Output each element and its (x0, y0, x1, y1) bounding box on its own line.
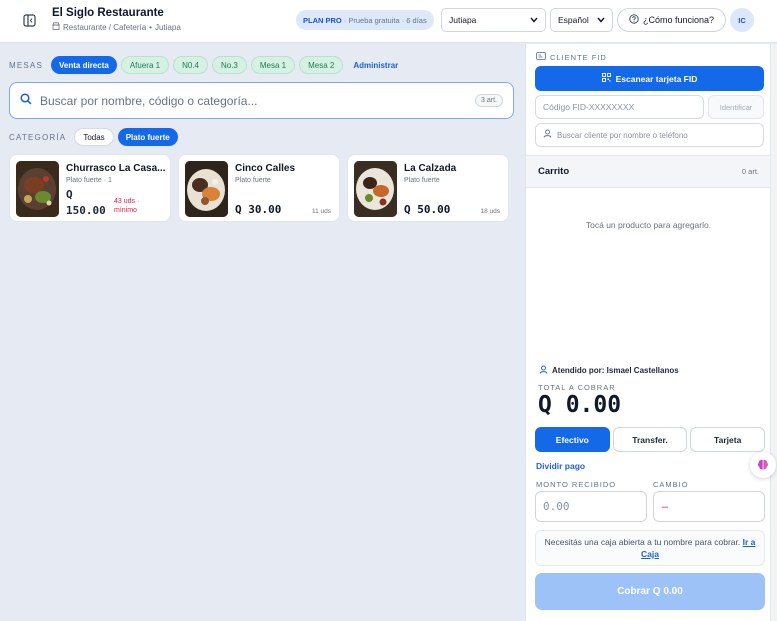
identify-button[interactable]: Identificar (708, 95, 764, 119)
product-image (354, 161, 397, 217)
manage-tables-link[interactable]: Administrar (353, 61, 398, 70)
cart-empty-message: Tocá un producto para agregarlo. (585, 220, 712, 230)
category-chip-todas[interactable]: Todas (74, 128, 114, 146)
id-card-icon (536, 52, 546, 62)
product-stock: 43 uds · (114, 198, 140, 205)
help-button[interactable]: ¿Cómo funciona? (617, 8, 726, 32)
qr-code-icon (601, 73, 611, 84)
product-name: La Calzada (404, 163, 457, 174)
product-price: Q 30.00 (235, 203, 282, 216)
store-icon (52, 22, 60, 32)
product-search: 3 art. (9, 82, 514, 119)
amount-received-label: MONTO RECIBIDO (536, 480, 617, 489)
amount-received-input[interactable] (535, 491, 647, 522)
scan-fid-label: Escanear tarjeta FID (615, 73, 698, 84)
fid-section-label: CLIENTE FID (536, 52, 607, 62)
branch-select[interactable]: Jutiapa (441, 8, 546, 32)
attended-by-text: Atendido por: Ismael Castellanos (552, 366, 679, 375)
top-header: El Siglo Restaurante Restaurante / Cafet… (0, 0, 777, 43)
product-name: Cinco Calles (235, 163, 296, 174)
category-label: CATEGORÍA (9, 132, 67, 142)
attended-by: Atendido por: Ismael Castellanos (539, 365, 679, 376)
assistant-brain-icon[interactable] (750, 452, 776, 478)
tab-tarjeta[interactable]: Tarjeta (690, 427, 766, 452)
business-name: El Siglo Restaurante (52, 7, 164, 19)
help-label: ¿Cómo funciona? (642, 15, 715, 25)
fid-label-text: CLIENTE FID (550, 52, 607, 62)
charge-button[interactable]: Cobrar Q 0.00 (535, 573, 765, 610)
category-row: CATEGORÍA Todas Plato fuerte (9, 127, 178, 147)
scan-fid-button[interactable]: Escanear tarjeta FID (535, 66, 764, 91)
avatar[interactable]: IC (730, 8, 754, 32)
scrollbar[interactable] (770, 44, 777, 621)
branch-select-value: Jutiapa (449, 15, 477, 25)
plan-badge[interactable]: PLAN PRO · Prueba gratuita · 6 días (296, 10, 434, 30)
subtitle-separator: • (149, 22, 152, 32)
product-stock: 18 uds (480, 208, 500, 215)
split-payment-link[interactable]: Dividir pago (536, 461, 585, 471)
product-currency: Q (66, 188, 73, 201)
product-card[interactable]: Churrasco La Casa... Plato fuerte · 1 Q … (9, 154, 171, 222)
product-stock-note: mínimo (114, 207, 137, 214)
chevron-down-icon (530, 15, 538, 25)
table-chip-mesa-2[interactable]: Mesa 2 (299, 56, 344, 74)
checkout-panel: CLIENTE FID Escanear tarjeta FID Identif… (525, 44, 771, 621)
question-circle-icon (629, 14, 639, 26)
tab-transferencia[interactable]: Transfer. (612, 427, 688, 452)
language-select[interactable]: Español (550, 8, 613, 32)
results-count-badge: 3 art. (475, 94, 503, 107)
business-subtitle: Restaurante / Cafetería • Jutiapa (52, 22, 181, 32)
tables-label: MESAS (9, 60, 44, 70)
table-chip-venta-directa[interactable]: Venta directa (51, 56, 117, 74)
product-category: Plato fuerte · 1 (66, 177, 112, 184)
user-icon (539, 365, 548, 376)
product-card[interactable]: Cinco Calles Plato fuerte Q 30.00 11 uds (178, 154, 340, 222)
notice-text: Necesitás una caja abierta a tu nombre p… (544, 537, 741, 547)
change-value: – (653, 491, 765, 522)
table-chip-mesa-1[interactable]: Mesa 1 (250, 56, 296, 74)
total-label: TOTAL A COBRAR (538, 383, 616, 392)
product-image (16, 161, 59, 217)
cart-count: 0 art. (741, 167, 759, 176)
table-chip-no-3[interactable]: No.3 (211, 56, 247, 74)
tab-efectivo[interactable]: Efectivo (535, 427, 610, 452)
product-price: Q 50.00 (404, 203, 451, 216)
sidebar-toggle-icon[interactable] (21, 12, 37, 28)
product-name: Churrasco La Casa... (66, 163, 166, 174)
cash-register-notice: Necesitás una caja abierta a tu nombre p… (535, 530, 765, 566)
payment-methods: Efectivo Transfer. Tarjeta (535, 427, 766, 452)
business-type: Restaurante / Cafetería (63, 22, 147, 32)
search-input[interactable] (40, 93, 468, 108)
table-chip-afuera-1[interactable]: Afuera 1 (120, 56, 170, 74)
product-grid: Churrasco La Casa... Plato fuerte · 1 Q … (9, 154, 509, 222)
product-stock: 11 uds (311, 208, 331, 215)
product-image (185, 161, 228, 217)
customer-search-input[interactable] (557, 130, 756, 140)
table-chip-n0-4[interactable]: N0.4 (173, 56, 208, 74)
language-select-value: Español (558, 15, 589, 25)
plan-name: PLAN PRO (303, 15, 342, 25)
product-price: 150.00 (66, 204, 106, 217)
total-amount: Q 0.00 (538, 392, 622, 418)
tables-row: MESAS Venta directa Afuera 1 N0.4 No.3 M… (9, 55, 398, 75)
plan-detail: · Prueba gratuita · 6 días (343, 15, 427, 25)
fid-code-input[interactable] (535, 95, 704, 119)
cart-title: Carrito (538, 166, 570, 177)
user-icon (543, 129, 552, 141)
product-card[interactable]: La Calzada Plato fuerte Q 50.00 18 uds (347, 154, 509, 222)
change-label: CAMBIO (653, 480, 689, 489)
cart-header: Carrito 0 art. (526, 155, 771, 188)
brand-block: El Siglo Restaurante Restaurante / Cafet… (52, 7, 181, 32)
product-category: Plato fuerte (404, 177, 440, 184)
customer-search (535, 123, 764, 147)
chevron-down-icon (597, 15, 605, 25)
product-category: Plato fuerte (235, 177, 271, 184)
search-icon (20, 93, 32, 108)
business-location: Jutiapa (154, 22, 181, 32)
category-chip-plato-fuerte[interactable]: Plato fuerte (117, 128, 178, 146)
product-stock-low: 43 uds · mínimo (114, 197, 139, 215)
